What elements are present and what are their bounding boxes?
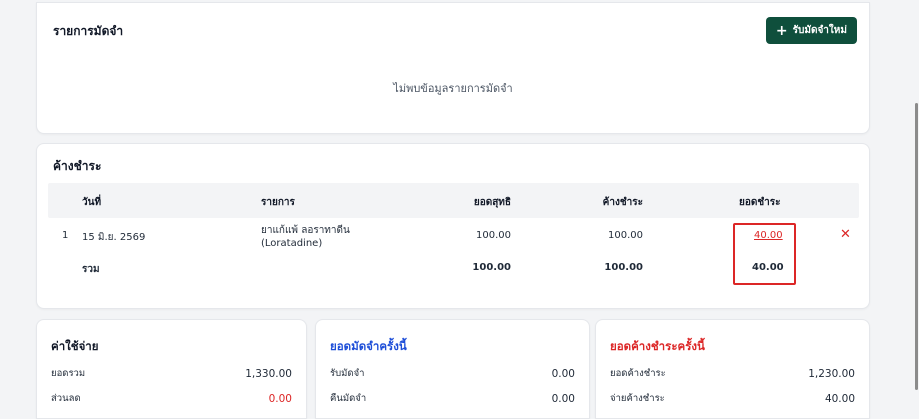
deposit-receive-value: 0.00 — [551, 367, 575, 380]
deposit-summary-title: ยอดมัดจำครั้งนี้ — [330, 339, 407, 353]
outstanding-card: ค้างชำระ วันที่ รายการ ยอดสุทธิ ค้างชำระ… — [36, 143, 870, 309]
add-deposit-label: รับมัดจำใหม่ — [792, 25, 847, 36]
outstanding-summary-title: ยอดค้างชำระครั้งนี้ — [610, 339, 705, 353]
page-scrollbar[interactable] — [915, 103, 918, 390]
expense-total-value: 1,330.00 — [245, 367, 292, 380]
expense-discount-value: 0.00 — [268, 392, 292, 405]
row-item-name-english: (Loratadine) — [261, 238, 323, 249]
expense-summary-card: ค่าใช้จ่าย ยอดรวม 1,330.00 ส่วนลด 0.00 — [36, 319, 307, 419]
expense-discount-label: ส่วนลด — [51, 393, 81, 404]
empty-deposit-message: ไม่พบข้อมูลรายการมัดจำ — [393, 82, 513, 95]
outstanding-balance-value: 1,230.00 — [808, 367, 855, 380]
outstanding-pay-row: จ่ายค้างชำระ 40.00 — [610, 391, 855, 406]
plus-icon: + — [775, 22, 788, 39]
deposit-list-card: รายการมัดจำ + รับมัดจำใหม่ ไม่พบข้อมูลรา… — [36, 2, 870, 134]
row-item-name-thai: ยาแก้แพ้ ลอราทาดีน — [261, 225, 350, 236]
column-header-outstanding: ค้างชำระ — [602, 197, 643, 208]
column-header-payment: ยอดชำระ — [739, 197, 781, 208]
deposit-refund-value: 0.00 — [551, 392, 575, 405]
add-deposit-button[interactable]: + รับมัดจำใหม่ — [765, 17, 857, 44]
deposit-refund-row: คืนมัดจำ 0.00 — [330, 391, 575, 406]
outstanding-pay-label: จ่ายค้างชำระ — [610, 393, 665, 404]
column-header-item: รายการ — [261, 197, 295, 208]
close-icon[interactable]: ✕ — [840, 228, 851, 241]
total-net: 100.00 — [472, 262, 511, 273]
row-number: 1 — [62, 230, 69, 241]
deposit-list-title: รายการมัดจำ — [53, 24, 124, 38]
column-header-date: วันที่ — [82, 197, 102, 208]
deposit-receive-row: รับมัดจำ 0.00 — [330, 366, 575, 381]
deposit-summary-card: ยอดมัดจำครั้งนี้ รับมัดจำ 0.00 คืนมัดจำ … — [315, 319, 590, 419]
total-payment: 40.00 — [752, 262, 784, 273]
expense-total-row: ยอดรวม 1,330.00 — [51, 366, 292, 381]
outstanding-summary-card: ยอดค้างชำระครั้งนี้ ยอดค้างชำระ 1,230.00… — [595, 319, 870, 419]
column-header-net: ยอดสุทธิ — [473, 197, 511, 208]
outstanding-pay-value: 40.00 — [824, 392, 855, 405]
outstanding-balance-label: ยอดค้างชำระ — [610, 368, 666, 379]
row-date: 15 มิ.ย. 2569 — [82, 232, 146, 243]
row-payment-link[interactable]: 40.00 — [754, 230, 783, 241]
deposit-refund-label: คืนมัดจำ — [330, 393, 367, 404]
expense-total-label: ยอดรวม — [51, 368, 86, 379]
outstanding-balance-row: ยอดค้างชำระ 1,230.00 — [610, 366, 855, 381]
total-label: รวม — [82, 264, 100, 275]
expense-summary-title: ค่าใช้จ่าย — [51, 339, 99, 353]
deposit-receive-label: รับมัดจำ — [330, 368, 365, 379]
row-item-name: ยาแก้แพ้ ลอราทาดีน (Loratadine) — [261, 224, 350, 250]
expense-discount-row: ส่วนลด 0.00 — [51, 391, 292, 406]
row-outstanding: 100.00 — [608, 230, 643, 241]
total-outstanding: 100.00 — [604, 262, 643, 273]
outstanding-title: ค้างชำระ — [53, 159, 102, 173]
row-net: 100.00 — [476, 230, 511, 241]
